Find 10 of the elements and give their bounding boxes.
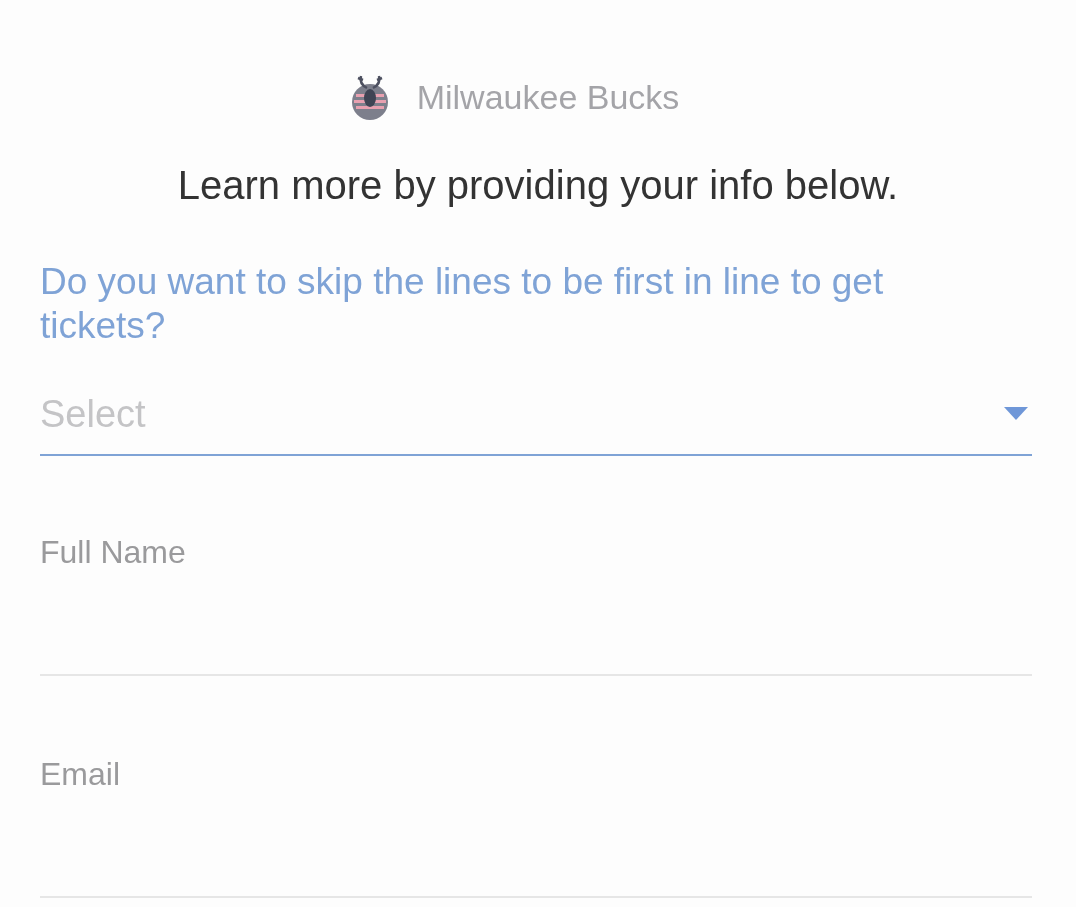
text-field[interactable]: Email bbox=[40, 716, 1032, 898]
field-label: Email bbox=[40, 756, 121, 793]
select-input[interactable]: Select bbox=[40, 392, 940, 436]
caret-icon bbox=[1004, 407, 1028, 421]
team-name: Milwaukee Bucks bbox=[416, 77, 680, 117]
intro-text: Learn more by providing your info below. bbox=[176, 162, 900, 208]
text-field[interactable]: Full Name bbox=[40, 494, 1032, 676]
field-label: Full Name bbox=[40, 534, 187, 571]
select-field[interactable]: Select bbox=[40, 374, 1032, 456]
question-text: Do you want to skip the lines to be first in line to get tickets? bbox=[40, 260, 885, 348]
